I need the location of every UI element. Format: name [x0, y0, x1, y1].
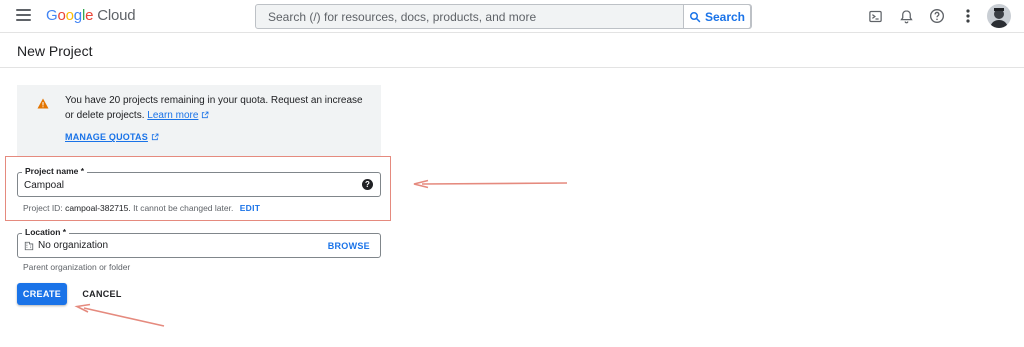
- notifications-icon[interactable]: [897, 7, 915, 25]
- logo-letter: o: [57, 7, 66, 24]
- learn-more-link[interactable]: Learn more: [147, 110, 209, 121]
- logo-letter: G: [46, 7, 58, 24]
- google-cloud-logo[interactable]: Google Cloud: [46, 7, 136, 24]
- more-vert-icon[interactable]: [959, 7, 977, 25]
- account-avatar[interactable]: [987, 4, 1011, 28]
- edit-project-id-button[interactable]: EDIT: [240, 203, 261, 213]
- annotation-arrow-project-name: [413, 179, 568, 189]
- quota-message: You have 20 projects remaining in your q…: [65, 93, 365, 123]
- create-button[interactable]: CREATE: [17, 283, 67, 305]
- location-field: Location * No organization BROWSE: [17, 227, 381, 258]
- warning-icon: [37, 98, 49, 109]
- logo-letter: o: [65, 7, 74, 24]
- search-icon: [689, 11, 701, 22]
- annotation-arrow-create: [74, 303, 165, 327]
- external-link-icon: [202, 111, 209, 119]
- quota-message-text: You have 20 projects remaining in your q…: [65, 95, 363, 121]
- logo-cloud-text: Cloud: [97, 7, 136, 24]
- cancel-button[interactable]: CANCEL: [76, 283, 128, 305]
- logo-letter: g: [73, 7, 82, 24]
- page-title: New Project: [17, 43, 93, 59]
- search-button-label: Search: [704, 9, 746, 24]
- location-label: Location *: [22, 227, 70, 237]
- external-link-icon: [151, 133, 159, 141]
- top-bar: Google Cloud Search: [0, 0, 1024, 33]
- location-hint: Parent organization or folder: [23, 262, 131, 272]
- location-value[interactable]: No organization: [38, 240, 108, 251]
- logo-google-text: Google: [46, 7, 93, 24]
- project-id-value: campoal-382715.: [65, 203, 131, 213]
- search-button[interactable]: Search: [683, 4, 751, 29]
- quota-notice: You have 20 projects remaining in your q…: [17, 85, 381, 157]
- project-id-prefix: Project ID:: [23, 203, 63, 213]
- project-name-label: Project name *: [22, 166, 88, 176]
- learn-more-label: Learn more: [147, 110, 199, 121]
- organization-icon: [24, 241, 34, 251]
- project-id-hint: Project ID: campoal-382715. It cannot be…: [23, 203, 260, 213]
- project-name-help-icon[interactable]: ?: [362, 179, 373, 190]
- search-bar: Search: [255, 4, 752, 29]
- project-id-suffix: It cannot be changed later.: [133, 203, 234, 213]
- page-header: New Project: [0, 33, 1024, 68]
- project-name-field: Project name * ?: [17, 166, 381, 197]
- logo-letter: e: [85, 7, 94, 24]
- search-input[interactable]: [256, 5, 685, 28]
- menu-icon[interactable]: [16, 9, 31, 23]
- project-name-input[interactable]: [24, 177, 354, 193]
- cloud-shell-icon[interactable]: [866, 7, 884, 25]
- help-icon[interactable]: [928, 7, 946, 25]
- manage-quotas-label: MANAGE QUOTAS: [65, 132, 148, 142]
- browse-button[interactable]: BROWSE: [328, 241, 370, 251]
- manage-quotas-link[interactable]: MANAGE QUOTAS: [65, 132, 159, 142]
